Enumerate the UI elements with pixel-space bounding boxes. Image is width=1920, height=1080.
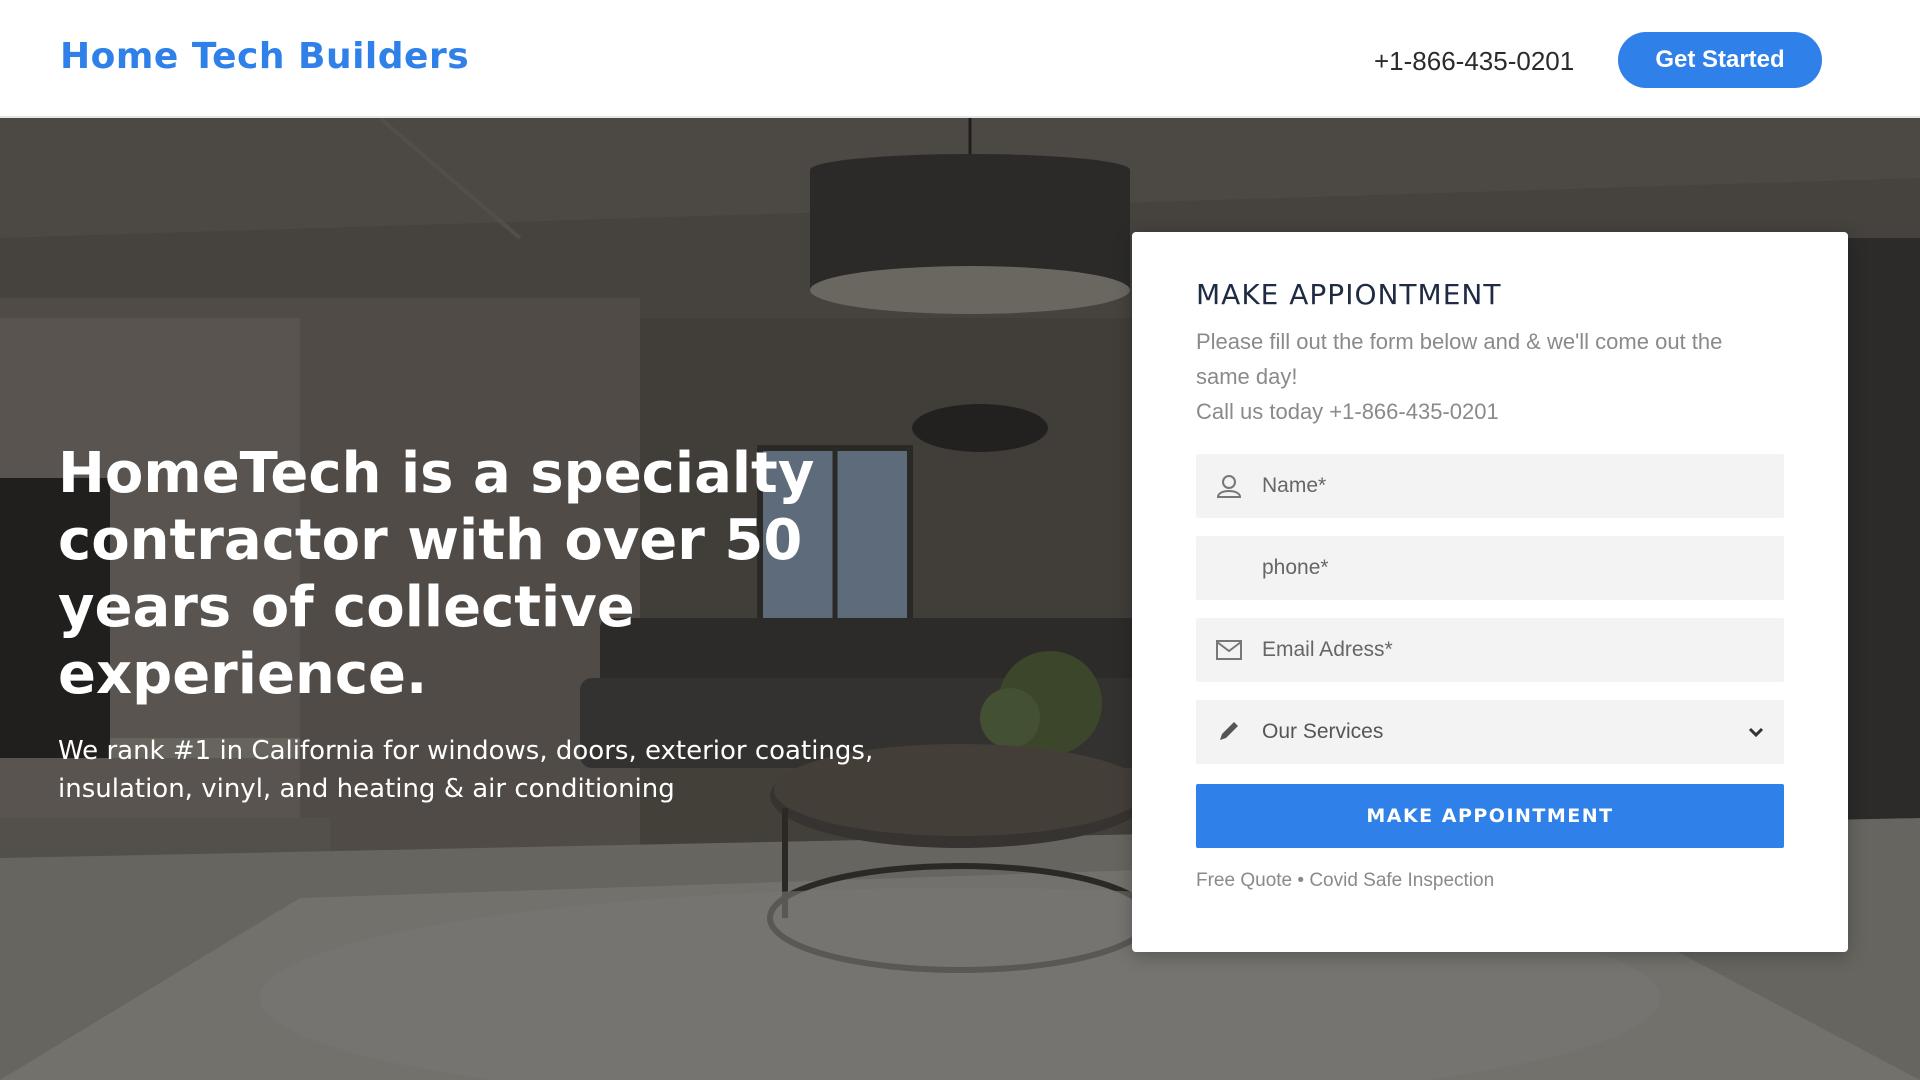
form-phone-line: Call us today +1-866-435-0201 [1196, 399, 1499, 424]
email-field[interactable] [1196, 618, 1784, 682]
name-input[interactable] [1262, 454, 1742, 518]
hero-headline: HomeTech is a specialty contractor with … [58, 441, 815, 707]
appointment-form-card: MAKE APPIONTMENT Please fill out the for… [1132, 232, 1848, 952]
services-selected-value: Our Services [1262, 720, 1384, 743]
user-icon [1216, 475, 1242, 498]
phone-input[interactable] [1262, 536, 1742, 600]
envelope-icon [1216, 640, 1242, 660]
name-field[interactable] [1196, 454, 1784, 518]
form-description: Please fill out the form below and & we'… [1196, 324, 1756, 429]
phone-field[interactable] [1196, 536, 1784, 600]
get-started-button[interactable]: Get Started [1618, 32, 1822, 88]
brand-logo-text[interactable]: Home Tech Builders [60, 36, 469, 77]
pencil-icon [1220, 722, 1238, 740]
form-footnote: Free Quote • Covid Safe Inspection [1196, 870, 1495, 891]
form-title: MAKE APPIONTMENT [1196, 278, 1502, 311]
chevron-down-icon [1748, 727, 1764, 738]
form-description-text: Please fill out the form below and & we'… [1196, 329, 1723, 389]
services-select[interactable]: Our Services [1196, 700, 1784, 764]
site-header: Home Tech Builders +1-866-435-0201 Get S… [0, 0, 1920, 118]
make-appointment-button[interactable]: MAKE APPOINTMENT [1196, 784, 1784, 848]
email-input[interactable] [1262, 618, 1742, 682]
hero-subheadline: We rank #1 in California for windows, do… [58, 736, 874, 804]
header-phone-number[interactable]: +1-866-435-0201 [1374, 46, 1574, 77]
